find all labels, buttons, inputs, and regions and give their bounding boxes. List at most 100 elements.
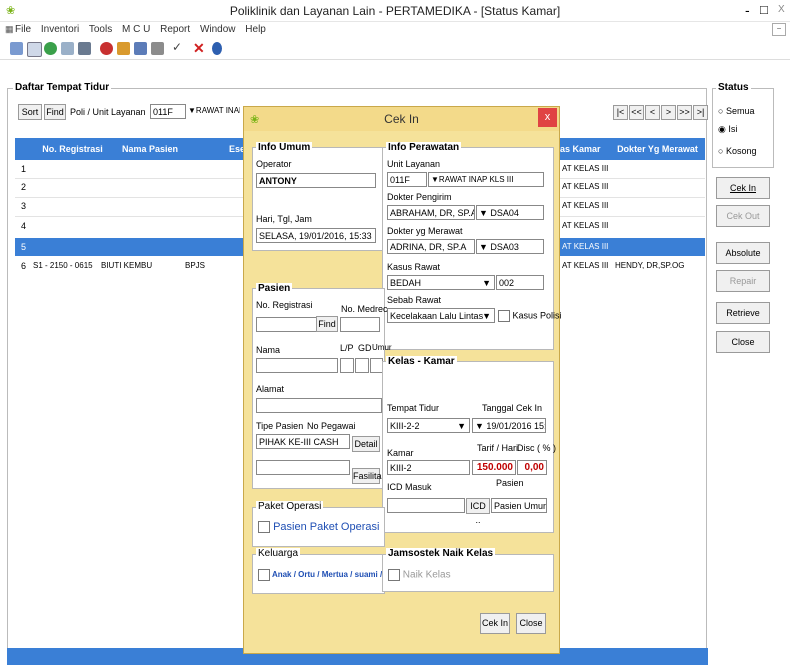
document-icon[interactable] — [27, 42, 42, 57]
retrieve-button[interactable]: Retrieve — [716, 302, 770, 324]
sort-button[interactable]: Sort — [18, 104, 42, 120]
pasien-type-select[interactable]: Pasien Umum ▼ — [491, 498, 547, 513]
poli-code-field[interactable]: 011F — [150, 104, 186, 119]
maximize-button[interactable]: □ — [760, 2, 768, 17]
column-header-registrasi[interactable]: No. Registrasi — [35, 138, 110, 160]
close-button[interactable]: Close — [716, 331, 770, 353]
no-pegawai-label: No Pegawai — [307, 421, 356, 431]
tanggal-field[interactable]: ▼ 19/01/2016 15:33 — [472, 418, 546, 433]
medrec-field[interactable] — [340, 317, 380, 332]
dialog-close-button[interactable]: x — [538, 108, 557, 127]
kasus-name-select[interactable]: BEDAH ▼ — [387, 275, 495, 290]
dialog-title: Cek In — [384, 112, 419, 126]
dialog-close-button-bottom[interactable]: Close — [516, 613, 546, 634]
row-number: 4 — [21, 221, 27, 231]
heart-icon[interactable] — [100, 42, 113, 55]
globe-icon[interactable] — [44, 42, 57, 55]
menu-inventori[interactable]: Inventori — [41, 24, 79, 35]
icd-field[interactable] — [387, 498, 465, 513]
menu-window[interactable]: Window — [200, 24, 236, 35]
pengirim-name-field[interactable]: ABRAHAM, DR, SP.A — [387, 205, 475, 220]
disc-field[interactable]: 0,00 — [517, 460, 547, 475]
status-kosong-radio[interactable]: ○ Kosong — [718, 146, 756, 156]
icd-label: ICD Masuk — [387, 482, 432, 492]
status-semua-radio[interactable]: ○ Semua — [718, 106, 754, 116]
print-icon[interactable] — [78, 42, 91, 55]
tarif-field[interactable]: 150.000 — [472, 460, 516, 475]
tools-icon[interactable] — [117, 42, 130, 55]
merawat-name-field[interactable]: ADRINA, DR, SP.A — [387, 239, 475, 254]
umur-label: Umur — [372, 343, 392, 352]
gd-field[interactable] — [355, 358, 369, 373]
menu-report[interactable]: Report — [160, 24, 190, 35]
record-icon[interactable] — [10, 42, 23, 55]
alamat-label: Alamat — [256, 384, 285, 394]
pasien-find-button[interactable]: Find — [316, 316, 338, 332]
menu-help[interactable]: Help — [245, 24, 266, 35]
kamar-field[interactable]: KIII-2 — [387, 460, 470, 475]
paket-operasi-checkbox[interactable]: Pasien Paket Operasi — [258, 521, 379, 534]
column-header-nama[interactable]: Nama Pasien — [110, 138, 190, 160]
checkbox-icon — [258, 521, 270, 534]
status-isi-radio[interactable]: ◉ Isi — [718, 124, 737, 135]
menu-mcu[interactable]: M C U — [122, 24, 150, 35]
column-header-dokter[interactable]: Dokter Yg Merawat — [610, 138, 705, 160]
kasus-code-field[interactable]: 002 — [496, 275, 544, 290]
row-number: 3 — [21, 201, 27, 211]
hari-field[interactable]: SELASA, 19/01/2016, 15:33 — [256, 228, 376, 243]
menu-tools[interactable]: Tools — [89, 24, 112, 35]
mdi-restore-button[interactable]: − — [772, 23, 786, 36]
minimize-button[interactable]: - — [745, 2, 750, 18]
cek-in-button[interactable]: Cek In — [716, 177, 770, 199]
nav-last-button[interactable]: >| — [693, 105, 708, 120]
tipe-pasien-field[interactable]: PIHAK KE-III CASH — [256, 434, 350, 449]
column-header-num — [15, 138, 35, 160]
detail-button[interactable]: Detail — [352, 436, 380, 452]
keluarga-checkbox[interactable]: Anak / Ortu / Mertua / suami / istri — [258, 569, 399, 581]
lp-label: L/P — [340, 343, 354, 353]
sebab-select[interactable]: Kecelakaan Lalu Lintas ▼ — [387, 308, 495, 323]
naik-kelas-checkbox[interactable]: Naik Kelas — [388, 569, 451, 581]
column-header-kamar[interactable]: as Kamar — [560, 138, 610, 160]
poli-name-select[interactable]: ▼RAWAT INAP KLS II — [188, 104, 240, 119]
row-number: 2 — [21, 182, 27, 192]
merawat-code-select[interactable]: ▼ DSA03 — [476, 239, 544, 254]
tempat-tidur-select[interactable]: KIII-2-2 ▼ — [387, 418, 470, 433]
fasilitas-field[interactable] — [256, 460, 350, 475]
nav-next-button[interactable]: > — [661, 105, 676, 120]
absolute-button[interactable]: Absolute — [716, 242, 770, 264]
lp-field[interactable] — [340, 358, 354, 373]
close-window-button[interactable]: X — [778, 4, 785, 15]
table-icon[interactable] — [61, 42, 74, 55]
menu-bar: ▦ File Inventori Tools M C U Report Wind… — [0, 22, 790, 38]
alamat-field[interactable] — [256, 398, 382, 413]
cek-out-button[interactable]: Cek Out — [716, 205, 770, 227]
nav-next-page-button[interactable]: >> — [677, 105, 692, 120]
pengirim-code-select[interactable]: ▼ DSA04 — [476, 205, 544, 220]
row-kamar: AT KELAS III — [562, 164, 609, 173]
kasus-polisi-checkbox[interactable]: Kasus Polisi — [498, 310, 562, 322]
nav-prev-button[interactable]: < — [645, 105, 660, 120]
status-title: Status — [716, 82, 751, 93]
checkbox-icon — [258, 569, 270, 581]
nama-field[interactable] — [256, 358, 338, 373]
settings-icon[interactable] — [134, 42, 147, 55]
info-perawatan-title: Info Perawatan — [386, 142, 462, 153]
repair-button[interactable]: Repair — [716, 270, 770, 292]
report-icon[interactable] — [151, 42, 164, 55]
nav-prev-page-button[interactable]: << — [629, 105, 644, 120]
find-button[interactable]: Find — [44, 104, 66, 120]
info-icon[interactable] — [212, 42, 222, 55]
operator-field[interactable]: ANTONY — [256, 173, 376, 188]
row-ese: BPJS — [185, 261, 206, 270]
column-header-ese[interactable]: Ese — [190, 138, 251, 160]
unit-code-field[interactable]: 011F — [387, 172, 427, 187]
icd-button[interactable]: ICD .. — [466, 498, 490, 525]
delete-icon[interactable]: ✕ — [193, 40, 206, 56]
dialog-cek-in-button[interactable]: Cek In — [480, 613, 510, 634]
unit-name-select[interactable]: ▼RAWAT INAP KLS III — [428, 172, 544, 187]
menu-file[interactable]: File — [15, 24, 31, 35]
check-icon[interactable]: ✓ — [172, 40, 185, 54]
nav-first-button[interactable]: |< — [613, 105, 628, 120]
fasilitas-button[interactable]: Fasilitas — [352, 468, 386, 484]
